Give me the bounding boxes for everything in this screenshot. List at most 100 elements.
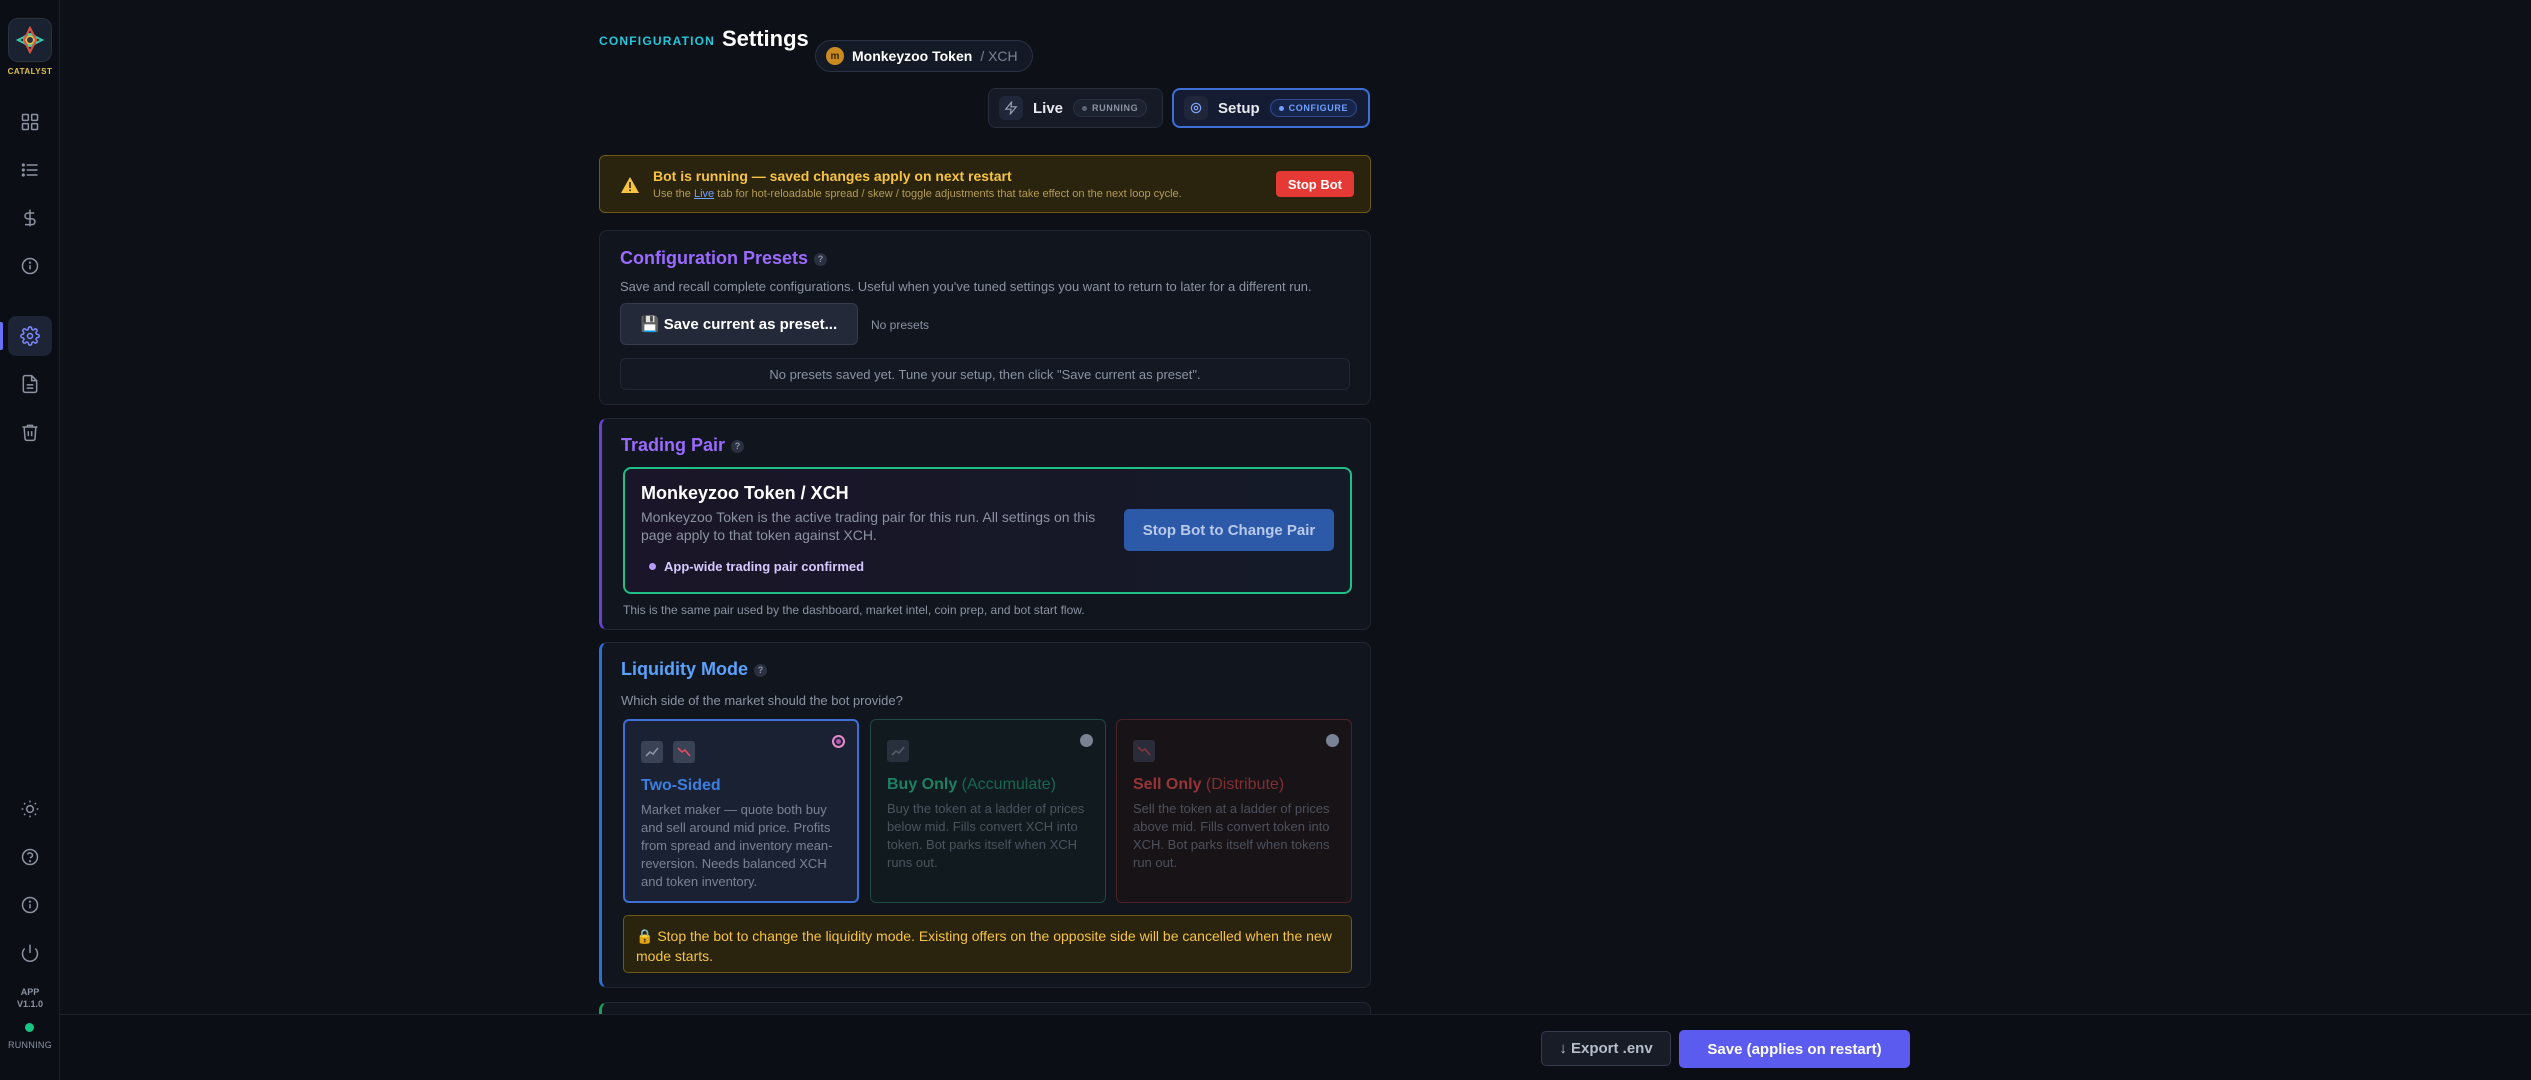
- catalyst-logo-icon: [15, 25, 45, 55]
- mode-desc-two-sided: Market maker — quote both buy and sell a…: [641, 802, 833, 889]
- live-status-badge: RUNNING: [1073, 99, 1148, 117]
- nav-info[interactable]: [8, 246, 52, 286]
- trash-icon: [22, 424, 38, 442]
- nav-pricing[interactable]: [8, 198, 52, 238]
- app-name: CATALYST: [7, 67, 53, 76]
- pair-chip-name: Monkeyzoo Token: [852, 48, 973, 64]
- mode-desc-buy-only: Buy the token at a ladder of prices belo…: [887, 801, 1085, 870]
- presets-help-icon[interactable]: ?: [814, 252, 828, 266]
- chart-up-icon: [887, 740, 909, 762]
- warning-title: Bot is running — saved changes apply on …: [653, 168, 1012, 184]
- version-label: APP: [20, 987, 40, 997]
- warning-icon: [621, 177, 639, 193]
- liquidity-lock-note: 🔒 Stop the bot to change the liquidity m…: [623, 915, 1352, 973]
- mode-radio-buy-only[interactable]: [1080, 734, 1093, 747]
- export-env-button[interactable]: ↓ Export .env: [1541, 1031, 1671, 1066]
- active-pair-box: Monkeyzoo Token / XCH Monkeyzoo Token is…: [623, 467, 1352, 594]
- chart-down-icon: [673, 741, 695, 763]
- chart-down-icon: [1133, 740, 1155, 762]
- mode-radio-sell-only[interactable]: [1326, 734, 1339, 747]
- nav-power[interactable]: [8, 933, 52, 973]
- save-preset-button[interactable]: 💾 Save current as preset...: [620, 303, 858, 345]
- liquidity-title: Liquidity Mode?: [621, 659, 767, 680]
- mode-icons: [887, 740, 909, 762]
- grid-icon: [21, 113, 39, 131]
- nav-list[interactable]: [8, 150, 52, 190]
- confirmed-dot: [649, 563, 656, 570]
- lightning-icon: [999, 96, 1023, 120]
- mode-desc-sell-only: Sell the token at a ladder of prices abo…: [1133, 801, 1330, 870]
- gear-icon: [1184, 96, 1208, 120]
- mode-title-suffix: (Distribute): [1201, 776, 1285, 793]
- warning-sub-prefix: Use the: [653, 188, 694, 200]
- trading-pair-card: Trading Pair? Monkeyzoo Token / XCH Monk…: [599, 418, 1371, 630]
- page-title: Settings: [722, 26, 809, 51]
- setup-status-text: CONFIGURE: [1288, 103, 1349, 113]
- mode-option-two-sided[interactable]: Two-Sided Market maker — quote both buy …: [623, 719, 859, 903]
- pair-chip[interactable]: m Monkeyzoo Token / XCH: [815, 40, 1033, 72]
- footer-bar: [60, 1014, 2531, 1080]
- mode-radio-two-sided[interactable]: [832, 735, 845, 748]
- mode-title-text: Sell Only: [1133, 776, 1202, 793]
- mode-title-text: Two-Sided: [641, 777, 721, 794]
- mode-title-two-sided: Two-Sided: [641, 777, 721, 795]
- nav-about[interactable]: [8, 885, 52, 925]
- trading-pair-help-icon[interactable]: ?: [731, 439, 745, 453]
- mode-option-sell-only[interactable]: Sell Only (Distribute) Sell the token at…: [1116, 719, 1352, 903]
- tab-setup[interactable]: Setup CONFIGURE: [1172, 88, 1370, 128]
- mode-option-buy-only[interactable]: Buy Only (Accumulate) Buy the token at a…: [870, 719, 1106, 903]
- pair-confirmed-status: App-wide trading pair confirmed: [649, 559, 864, 574]
- mode-title-sell-only: Sell Only (Distribute): [1133, 776, 1284, 794]
- version-number: V1.1.0: [16, 999, 44, 1009]
- trading-pair-title: Trading Pair?: [621, 435, 745, 456]
- tab-live-label: Live: [1033, 99, 1064, 117]
- warning-sub-suffix: tab for hot-reloadable spread / skew / t…: [714, 188, 1182, 200]
- stop-bot-button[interactable]: Stop Bot: [1275, 171, 1354, 197]
- presets-empty-state: No presets saved yet. Tune your setup, t…: [620, 358, 1350, 390]
- presets-title: Configuration Presets?: [620, 248, 828, 269]
- info-icon: [21, 896, 39, 914]
- liquidity-help-icon[interactable]: ?: [753, 663, 767, 677]
- sun-icon: [21, 800, 39, 818]
- presets-description: Save and recall complete configurations.…: [620, 279, 1312, 294]
- mode-title-buy-only: Buy Only (Accumulate): [887, 776, 1056, 794]
- active-pair-title: Monkeyzoo Token / XCH: [641, 483, 849, 503]
- active-pair-description: Monkeyzoo Token is the active trading pa…: [641, 509, 1096, 543]
- warning-subtext: Use the Live tab for hot-reloadable spre…: [653, 188, 1182, 200]
- configuration-presets-card: Configuration Presets? Save and recall c…: [599, 230, 1371, 405]
- nav-trash[interactable]: [8, 412, 52, 452]
- help-circle-icon: [21, 848, 39, 866]
- live-tab-link[interactable]: Live: [694, 188, 714, 200]
- gear-icon: [20, 326, 40, 346]
- liquidity-description: Which side of the market should the bot …: [621, 693, 903, 708]
- setup-status-badge: CONFIGURE: [1269, 99, 1358, 117]
- app-version: APP V1.1.0: [0, 986, 60, 1010]
- info-icon: [21, 257, 39, 275]
- chart-up-icon: [641, 741, 663, 763]
- app-logo[interactable]: [8, 18, 52, 62]
- page-eyebrow: CONFIGURATION: [599, 34, 716, 48]
- trading-pair-note: This is the same pair used by the dashbo…: [623, 603, 1085, 617]
- trading-pair-title-text: Trading Pair: [621, 435, 726, 455]
- tab-live[interactable]: Live RUNNING: [988, 88, 1163, 128]
- nav-help[interactable]: [8, 837, 52, 877]
- mode-title-suffix: (Accumulate): [957, 776, 1056, 793]
- presets-title-text: Configuration Presets: [620, 248, 809, 268]
- nav-settings[interactable]: [8, 316, 52, 356]
- restart-warning-banner: Bot is running — saved changes apply on …: [599, 155, 1371, 213]
- liquidity-mode-card: Liquidity Mode? Which side of the market…: [599, 642, 1371, 988]
- mode-icons: [1133, 740, 1155, 762]
- nav-dashboard[interactable]: [8, 102, 52, 142]
- active-nav-indicator: [0, 322, 3, 350]
- save-button[interactable]: Save (applies on restart): [1679, 1030, 1910, 1068]
- nav-logs[interactable]: [8, 364, 52, 404]
- status-dot: [25, 1023, 34, 1032]
- pair-chip-quote: / XCH: [980, 48, 1018, 64]
- nav-theme[interactable]: [8, 789, 52, 829]
- status-text: RUNNING: [7, 1040, 53, 1050]
- mode-title-text: Buy Only: [887, 776, 958, 793]
- change-pair-button[interactable]: Stop Bot to Change Pair: [1124, 509, 1334, 551]
- liquidity-title-text: Liquidity Mode: [621, 659, 748, 679]
- presets-count: No presets: [871, 318, 930, 332]
- pair-confirmed-text: App-wide trading pair confirmed: [664, 559, 865, 574]
